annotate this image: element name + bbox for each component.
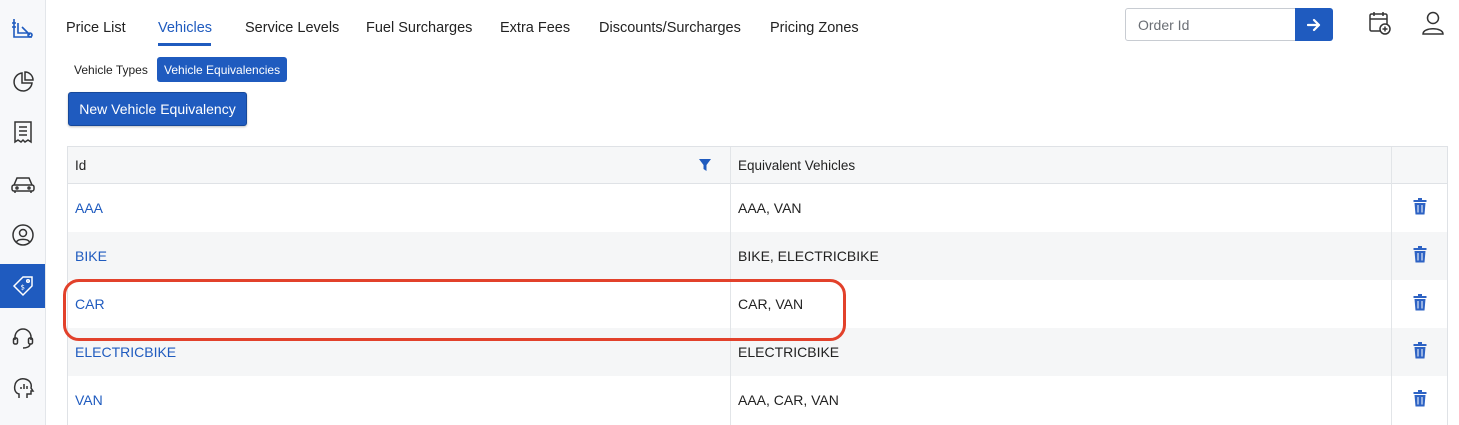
calendar-add-icon[interactable] xyxy=(1368,10,1392,41)
column-divider xyxy=(730,147,731,425)
subtab-vehicle-types[interactable]: Vehicle Types xyxy=(67,57,155,82)
column-header-id[interactable]: Id xyxy=(75,158,86,173)
tab-service-levels[interactable]: Service Levels xyxy=(245,20,339,36)
column-header-equivalent-vehicles[interactable]: Equivalent Vehicles xyxy=(738,158,855,173)
row-id-link[interactable]: BIKE xyxy=(75,248,107,264)
pie-chart-icon[interactable] xyxy=(0,60,45,104)
row-equivalent-vehicles: BIKE, ELECTRICBIKE xyxy=(738,248,879,264)
trash-icon[interactable] xyxy=(1413,390,1427,412)
row-id-link[interactable]: VAN xyxy=(75,392,103,408)
search-submit-button[interactable] xyxy=(1295,8,1333,41)
arrow-right-icon xyxy=(1307,18,1321,31)
row-id-link[interactable]: ELECTRICBIKE xyxy=(75,344,176,360)
headset-icon[interactable] xyxy=(0,316,45,360)
table-row: CAR CAR, VAN xyxy=(68,280,1447,328)
table-header: Id Equivalent Vehicles xyxy=(68,147,1447,184)
trash-icon[interactable] xyxy=(1413,246,1427,268)
row-id-link[interactable]: AAA xyxy=(75,200,103,216)
price-tag-icon[interactable]: $ xyxy=(0,264,45,308)
car-icon[interactable] xyxy=(0,162,45,206)
tab-extra-fees[interactable]: Extra Fees xyxy=(500,20,570,36)
trash-icon[interactable] xyxy=(1413,294,1427,316)
active-tab-indicator xyxy=(158,43,211,46)
trash-icon[interactable] xyxy=(1413,342,1427,364)
sidebar: $ xyxy=(0,0,46,425)
row-equivalent-vehicles: AAA, VAN xyxy=(738,200,802,216)
user-profile-icon[interactable] xyxy=(1421,10,1445,41)
table-row: AAA AAA, VAN xyxy=(68,184,1447,232)
tab-price-list[interactable]: Price List xyxy=(66,20,126,36)
order-id-search-input[interactable] xyxy=(1125,8,1296,41)
table-row: VAN AAA, CAR, VAN xyxy=(68,376,1447,424)
receipt-icon[interactable] xyxy=(0,110,45,154)
user-circle-icon[interactable] xyxy=(0,213,45,257)
tab-fuel-surcharges[interactable]: Fuel Surcharges xyxy=(366,20,472,36)
column-divider xyxy=(1391,147,1392,425)
row-equivalent-vehicles: AAA, CAR, VAN xyxy=(738,392,839,408)
vehicle-equivalencies-table: Id Equivalent Vehicles AAA AAA, VAN BIKE… xyxy=(67,146,1448,425)
tab-discounts-surcharges[interactable]: Discounts/Surcharges xyxy=(599,20,741,36)
row-equivalent-vehicles: ELECTRICBIKE xyxy=(738,344,840,360)
trash-icon[interactable] xyxy=(1413,198,1427,220)
new-vehicle-equivalency-button[interactable]: New Vehicle Equivalency xyxy=(68,92,247,126)
logo-icon[interactable] xyxy=(0,8,45,52)
analytics-head-icon[interactable] xyxy=(0,366,45,410)
tab-pricing-zones[interactable]: Pricing Zones xyxy=(770,20,859,36)
row-equivalent-vehicles: CAR, VAN xyxy=(738,296,804,312)
filter-icon[interactable] xyxy=(698,158,712,177)
tab-vehicles[interactable]: Vehicles xyxy=(158,20,212,36)
table-row: ELECTRICBIKE ELECTRICBIKE xyxy=(68,328,1447,376)
table-row: BIKE BIKE, ELECTRICBIKE xyxy=(68,232,1447,280)
svg-text:$: $ xyxy=(20,284,24,292)
subtab-vehicle-equivalencies[interactable]: Vehicle Equivalencies xyxy=(157,57,288,82)
row-id-link[interactable]: CAR xyxy=(75,296,105,312)
